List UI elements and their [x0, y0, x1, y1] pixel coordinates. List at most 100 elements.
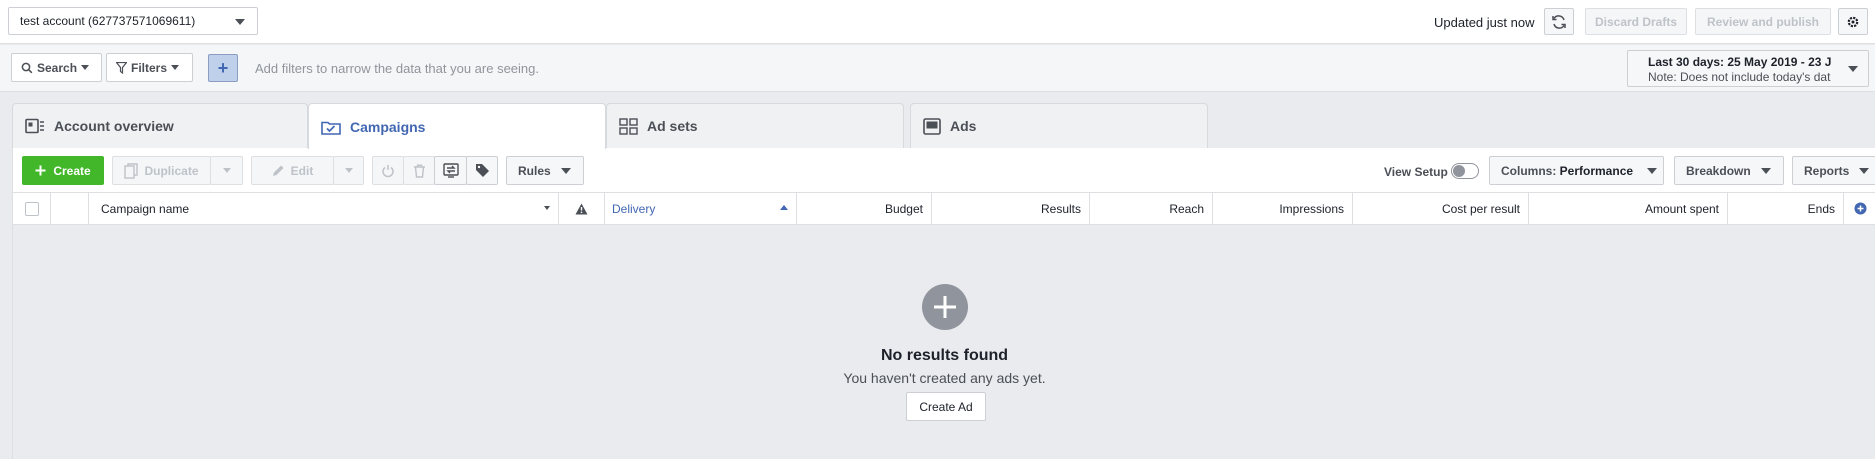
tab-label: Ad sets: [647, 118, 698, 134]
add-filter-button[interactable]: +: [208, 54, 238, 82]
rules-button[interactable]: Rules: [506, 156, 584, 185]
campaigns-folder-icon: [321, 121, 341, 135]
date-range-note: Note: Does not include today's dat: [1648, 70, 1831, 84]
toggle-knob: [1453, 165, 1465, 177]
date-range-picker[interactable]: Last 30 days: 25 May 2019 - 23 J Note: D…: [1627, 50, 1869, 87]
column-label: Results: [1040, 201, 1081, 216]
empty-state-title: No results found: [880, 347, 1009, 364]
power-icon: [382, 164, 394, 177]
delete-button[interactable]: [403, 156, 435, 185]
search-icon: [21, 62, 33, 73]
pencil-icon: [272, 165, 284, 176]
search-label: Search: [37, 60, 78, 75]
account-overview-icon: [25, 118, 44, 134]
trash-icon: [413, 164, 425, 178]
refresh-button[interactable]: [1544, 8, 1574, 35]
sort-ascending-icon: [780, 205, 788, 210]
filter-bar: Search Filters + Add filters to narrow t…: [0, 45, 1875, 92]
duplicate-dropdown[interactable]: [210, 156, 243, 185]
split-test-icon: [442, 163, 459, 178]
column-campaign-name[interactable]: Campaign name: [89, 193, 559, 224]
breakdown-button[interactable]: Breakdown: [1674, 156, 1784, 185]
column-delivery[interactable]: Delivery: [605, 193, 797, 224]
discard-drafts-button[interactable]: Discard Drafts: [1585, 8, 1687, 35]
column-label: Impressions: [1279, 201, 1344, 216]
tab-label: Campaigns: [350, 118, 426, 135]
date-range-label: Last 30 days: 25 May 2019 - 23 J: [1648, 55, 1832, 69]
edit-button[interactable]: Edit: [251, 156, 334, 185]
plus-icon: +: [217, 57, 229, 78]
column-ends[interactable]: Ends: [1728, 193, 1844, 224]
tag-icon: [475, 164, 489, 177]
add-circle-icon: [922, 284, 968, 330]
sort-caret-icon: [544, 206, 550, 210]
ab-test-button[interactable]: [434, 156, 467, 185]
main-content: Create Duplicate Edit Rules View Setup C…: [12, 148, 1875, 459]
column-label: Campaign name: [101, 201, 190, 216]
account-label: test account (627737571069611): [20, 14, 196, 28]
column-cost-per-result[interactable]: Cost per result: [1353, 193, 1529, 224]
columns-button[interactable]: Columns: Performance: [1489, 156, 1664, 185]
toggle-column-header: [51, 193, 89, 224]
column-impressions[interactable]: Impressions: [1213, 193, 1353, 224]
create-ad-button[interactable]: Create Ad: [906, 392, 986, 421]
tab-ads[interactable]: Ads: [910, 103, 1208, 148]
column-label: Amount spent: [1644, 201, 1719, 216]
rules-label: Rules: [518, 163, 551, 178]
plus-icon: [35, 165, 46, 176]
tab-campaigns[interactable]: Campaigns: [308, 103, 606, 149]
tab-label: Ads: [950, 118, 977, 134]
chevron-down-icon: [1760, 167, 1771, 174]
create-button[interactable]: Create: [22, 156, 104, 185]
column-label: Cost per result: [1441, 201, 1520, 216]
ads-icon: [923, 117, 941, 135]
chevron-down-icon: [1859, 167, 1870, 174]
view-setup-toggle[interactable]: [1451, 163, 1479, 179]
column-label: Budget: [884, 201, 923, 216]
tab-ad-sets[interactable]: Ad sets: [606, 103, 904, 148]
chevron-down-icon: [81, 65, 90, 70]
column-label: Reach: [1169, 201, 1204, 216]
column-results[interactable]: Results: [932, 193, 1090, 224]
reports-button[interactable]: Reports: [1792, 156, 1875, 185]
refresh-icon: [1552, 14, 1566, 29]
chevron-down-icon: [1647, 167, 1658, 174]
table-body-empty: No results found You haven't created any…: [13, 225, 1875, 459]
duplicate-button[interactable]: Duplicate: [112, 156, 211, 185]
chevron-down-icon: [235, 19, 245, 25]
refresh-toggle-button[interactable]: [372, 156, 404, 185]
reports-label: Reports: [1804, 163, 1850, 178]
edit-label: Edit: [290, 163, 314, 178]
filters-label: Filters: [131, 60, 168, 75]
tab-account-overview[interactable]: Account overview: [12, 103, 308, 148]
chevron-down-icon: [222, 168, 231, 173]
review-publish-button[interactable]: Review and publish: [1695, 8, 1831, 35]
filters-button[interactable]: Filters: [106, 53, 193, 82]
edit-dropdown[interactable]: [333, 156, 364, 185]
duplicate-label: Duplicate: [144, 163, 199, 178]
account-selector[interactable]: test account (627737571069611): [8, 7, 258, 35]
select-all-checkbox[interactable]: [24, 201, 39, 216]
column-reach[interactable]: Reach: [1090, 193, 1213, 224]
search-button[interactable]: Search: [11, 53, 102, 82]
empty-state-subtitle: You haven't created any ads yet.: [843, 370, 1046, 386]
column-warnings[interactable]: [559, 193, 605, 224]
column-amount-spent[interactable]: Amount spent: [1529, 193, 1728, 224]
column-label: Delivery: [612, 201, 656, 216]
warning-icon: [575, 203, 588, 214]
action-toolbar: Create Duplicate Edit Rules View Setup C…: [13, 148, 1875, 193]
settings-button[interactable]: [1838, 8, 1868, 35]
chevron-down-icon: [344, 168, 353, 173]
top-bar: test account (627737571069611) Updated j…: [0, 0, 1875, 44]
chevron-down-icon: [1848, 65, 1858, 72]
columns-value: Performance: [1559, 163, 1634, 178]
tab-label: Account overview: [54, 118, 174, 134]
add-column-icon[interactable]: [1854, 202, 1867, 215]
tag-button[interactable]: [466, 156, 498, 185]
columns-prefix: Columns:: [1501, 163, 1560, 178]
column-budget[interactable]: Budget: [797, 193, 932, 224]
table-header: Campaign name Delivery Budget Results Re…: [13, 193, 1875, 225]
create-label: Create: [53, 163, 91, 178]
gear-icon: [1847, 16, 1859, 27]
select-all-cell: [13, 193, 51, 224]
